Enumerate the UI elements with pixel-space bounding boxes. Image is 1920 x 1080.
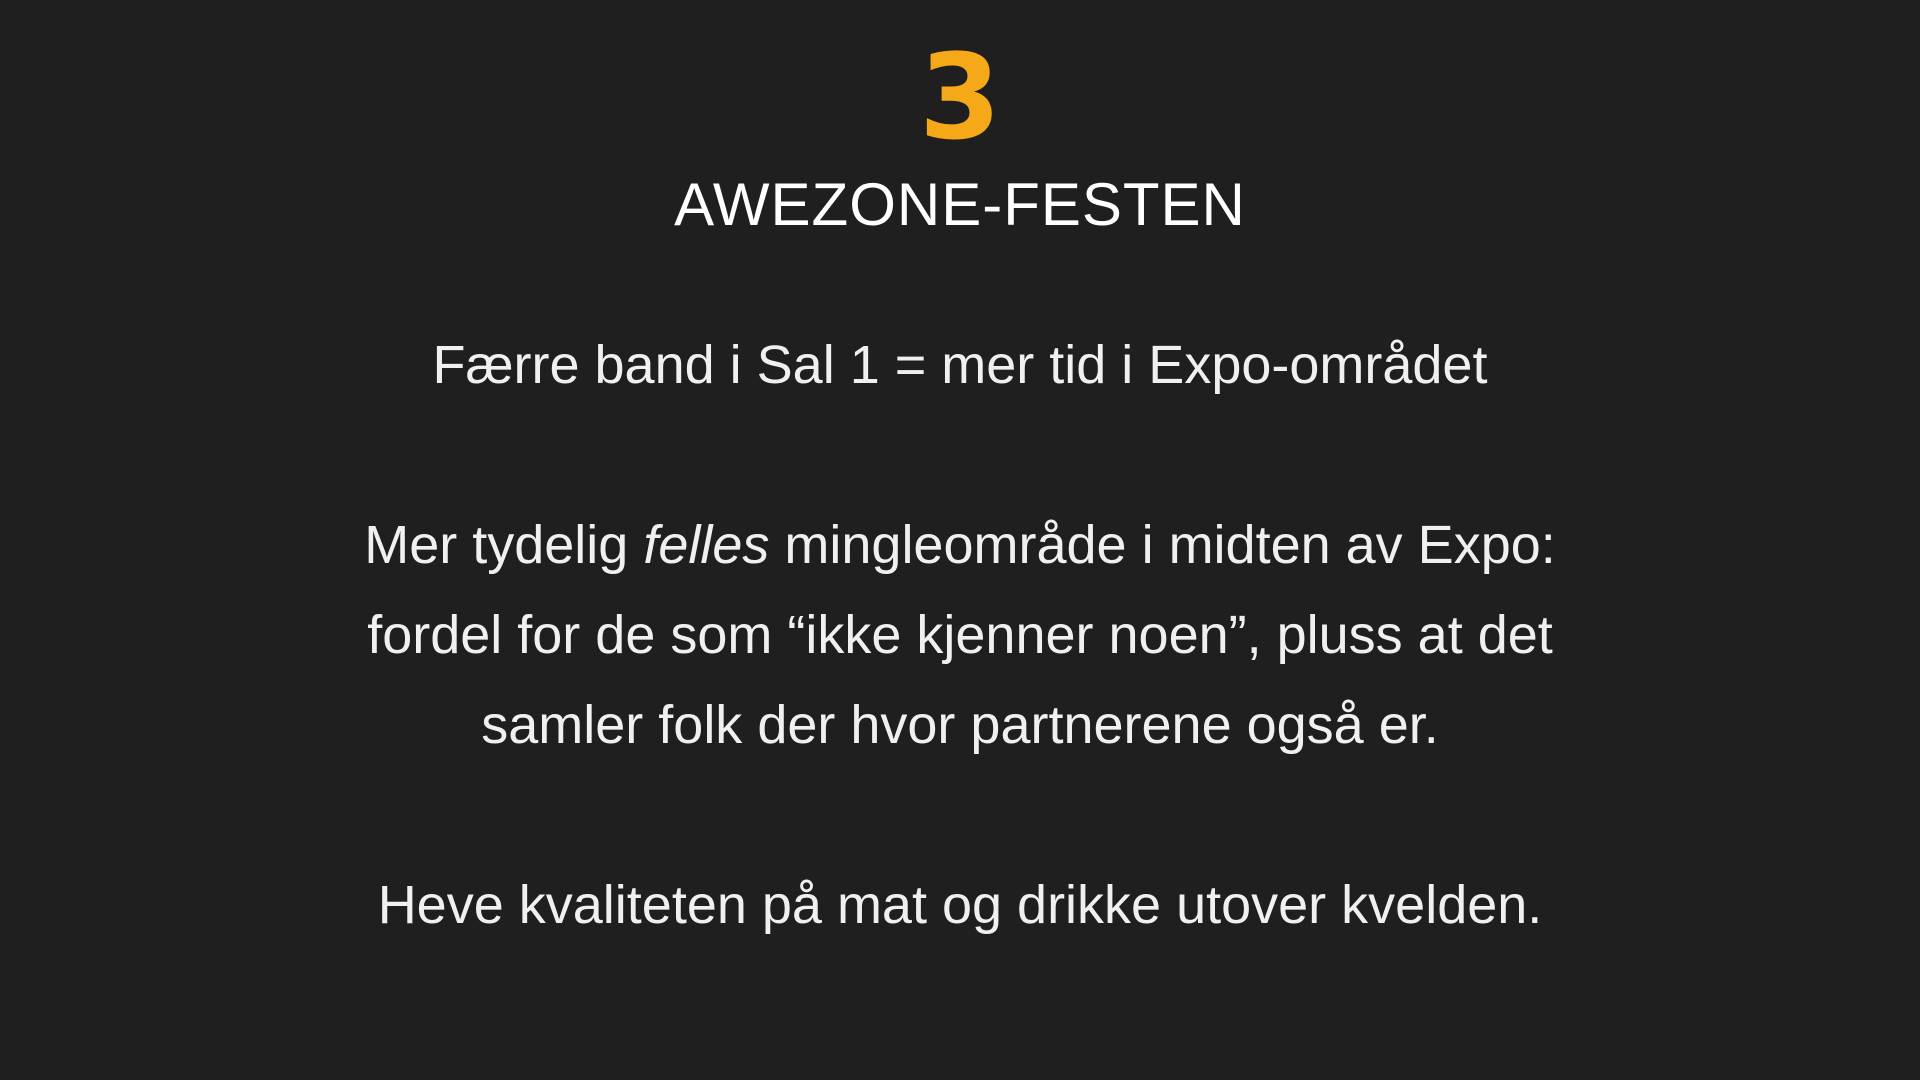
paragraph-line: fordel for de som “ikke kjenner noen”, p… bbox=[367, 605, 1553, 665]
paragraph-line: Mer tydelig felles mingleområde i midten… bbox=[260, 500, 1660, 590]
slide-number: 3 bbox=[918, 28, 1002, 166]
paragraph-bands: Færre band i Sal 1 = mer tid i Expo-områ… bbox=[432, 335, 1488, 395]
emphasis-text: felles bbox=[643, 515, 770, 575]
paragraph-food-drink: Heve kvaliteten på mat og drikke utover … bbox=[377, 875, 1543, 935]
text-run: Mer tydelig bbox=[364, 515, 644, 575]
paragraph-line: samler folk der hvor partnerene også er. bbox=[481, 695, 1439, 755]
presentation-slide: 3 AWEZONE-FESTEN Færre band i Sal 1 = me… bbox=[0, 0, 1920, 1080]
text-run: mingleområde i midten av Expo: bbox=[769, 515, 1556, 575]
slide-title: AWEZONE-FESTEN bbox=[674, 171, 1246, 238]
paragraph-mingle-area: Mer tydelig felles mingleområde i midten… bbox=[260, 500, 1660, 770]
